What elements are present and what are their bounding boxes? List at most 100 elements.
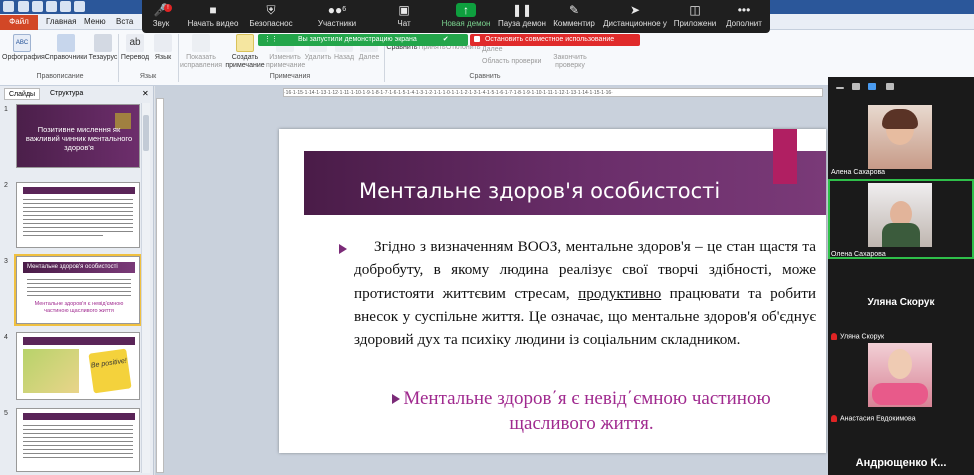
new-share-label: Новая демон (441, 19, 491, 28)
participant-display-name: Уляна Скорук (867, 297, 935, 308)
chat-button[interactable]: ▣ Чат (388, 3, 420, 31)
gallery-view-icon[interactable] (886, 83, 894, 90)
redo-icon[interactable] (46, 1, 57, 12)
undo-icon[interactable] (32, 1, 43, 12)
slide-accent-bar (773, 129, 797, 184)
apps-button[interactable]: ◫ Приложени (672, 3, 718, 31)
thumbnail-text-line (27, 287, 131, 288)
end-review-button[interactable]: Закончить проверку (552, 54, 588, 70)
zoom-toolbar: 🎤 ! Звук ■ Начать видео ⛨ Безопаснос ●●6… (142, 0, 770, 33)
slide-thumbnail-1[interactable]: Позитивне мислення як важливий чинник ме… (16, 104, 140, 168)
stop-share-button[interactable]: Остановить совместное использование (470, 34, 640, 46)
customize-icon[interactable] (74, 1, 85, 12)
quick-access-icon[interactable] (60, 1, 71, 12)
horizontal-ruler: ·16·1·15·1·14·1·13·1·12·1·11·1·10·1·9·1·… (283, 88, 823, 97)
single-view-icon[interactable] (852, 83, 860, 90)
next2-button[interactable]: Далее (482, 46, 522, 54)
stop-icon (474, 36, 480, 43)
thumbnail-text-line (23, 437, 133, 438)
spelling-button[interactable]: ABC Орфография (2, 34, 45, 62)
show-corrections-button[interactable]: Показать исправления (180, 34, 222, 70)
tab-home[interactable]: Главная (42, 15, 80, 30)
thesaurus-button[interactable]: Тезаурус (88, 34, 118, 62)
tab-file[interactable]: Файл (0, 15, 38, 30)
annotate-label: Комментир (553, 19, 595, 28)
thumbnail-text-line (23, 449, 133, 450)
translate-button[interactable]: ab Перевод (120, 34, 150, 62)
show-corrections-label: Показать исправления (180, 54, 223, 69)
reviewing-pane-label: Область проверки (482, 58, 542, 65)
slide-thumbnail-4[interactable]: Be positive! (16, 332, 140, 400)
slide-title[interactable]: Ментальне здоров'я особистості (359, 179, 720, 203)
create-note-icon (236, 34, 254, 52)
thumbnail-text-line (23, 207, 133, 208)
thumbnail-number: 3 (4, 258, 8, 265)
reviewing-pane-button[interactable]: Область проверки (482, 58, 552, 66)
group-comments: Примечания (269, 73, 311, 80)
slide-thumbnail-2[interactable] (16, 182, 140, 248)
thumbnail-text-line (23, 235, 103, 236)
thumbnail-quote: Ментальне здоров'я є невід'ємною частино… (34, 301, 124, 314)
thumbnail-text-line (23, 215, 133, 216)
thumbnail-text-line (23, 441, 133, 442)
current-slide[interactable]: Ментальне здоров'я особистості Згідно з … (279, 129, 826, 453)
separator (118, 34, 119, 82)
thumbnail-text-line (23, 211, 133, 212)
slide-quote[interactable]: Ментальне здоров΄я є невід΄ємною частино… (359, 386, 804, 436)
slide-quote-text: Ментальне здоров΄я є невід΄ємною частино… (403, 388, 771, 434)
scrollbar-thumb[interactable] (143, 115, 149, 151)
slide-thumbnail-3[interactable]: Ментальне здоров'я особистості Ментальне… (14, 254, 142, 326)
slide-thumbnail-5[interactable] (16, 408, 140, 472)
thumbnail-text-line (23, 425, 133, 426)
references-button[interactable]: Справочники (44, 34, 88, 62)
thesaurus-icon (94, 34, 112, 52)
remote-control-icon: ➤ (629, 3, 641, 17)
microphone-muted-icon: 🎤 (153, 3, 169, 17)
participant-tile-active[interactable]: Олена Сахарова (828, 179, 974, 259)
close-panel-icon[interactable]: ✕ (138, 88, 153, 100)
create-note-label: Создать примечание (225, 54, 265, 69)
thumbnail-number: 1 (4, 106, 8, 113)
participant-tile[interactable]: Уляна Скорук Уляна Скорук (828, 261, 974, 341)
remote-control-button[interactable]: ➤ Дистанционное у (600, 3, 670, 31)
mic-muted-icon (831, 414, 837, 422)
thumbnail-text-line (23, 445, 133, 446)
participant-tile[interactable]: Андрющенко К... (828, 425, 974, 475)
participant-tile[interactable]: Алена Сахарова (828, 105, 974, 177)
tab-insert[interactable]: Вста (112, 15, 137, 30)
participant-video (868, 183, 932, 247)
thumbnail-banner (23, 187, 135, 194)
minimize-icon[interactable] (836, 87, 844, 89)
start-video-button[interactable]: ■ Начать видео (182, 3, 244, 31)
audio-button[interactable]: 🎤 ! Звук (144, 3, 178, 31)
security-button[interactable]: ⛨ Безопаснос (246, 3, 296, 31)
shield-check-icon: ✔ (442, 36, 449, 43)
tab-slides[interactable]: Слайды (4, 88, 41, 100)
vertical-ruler (156, 98, 164, 473)
delete-label: Удалить (304, 54, 332, 61)
save-icon[interactable] (18, 1, 29, 12)
group-compare: Сравнить (469, 73, 501, 80)
slide-body-text[interactable]: Згідно з визначенням ВООЗ, ментальне здо… (354, 235, 816, 351)
tab-outline[interactable]: Структура (46, 88, 87, 100)
thumbnail-text-line (23, 219, 133, 220)
annotate-button[interactable]: ✎ Комментир (550, 3, 598, 31)
filmstrip-view-icon[interactable] (868, 83, 876, 90)
change-note-label: Изменить примечание (266, 54, 306, 69)
participants-button[interactable]: ●●6 Участники (312, 3, 362, 31)
apps-icon: ◫ (689, 3, 701, 17)
pause-share-button[interactable]: ❚❚ Пауза демон (496, 3, 548, 31)
slides-scrollbar[interactable] (141, 103, 150, 473)
tab-menu[interactable]: Меню (80, 15, 110, 30)
language-button[interactable]: Язык (150, 34, 176, 62)
alert-badge: ! (164, 4, 172, 12)
thumbnail-number: 2 (4, 182, 8, 189)
thumbnail-caption: Be positive! (88, 348, 132, 394)
new-share-button[interactable]: ↑ Новая демон (438, 3, 494, 31)
more-button[interactable]: ••• Дополнит (722, 3, 766, 31)
participant-tile[interactable]: Анастасия Евдокимова (828, 343, 974, 423)
sharing-notice-text: Вы запустили демонстрацию экрана (297, 36, 417, 43)
thumbnail-text-line (23, 231, 133, 232)
thumbnail-text-line (23, 453, 133, 454)
thumbnail-text-line (23, 457, 133, 458)
